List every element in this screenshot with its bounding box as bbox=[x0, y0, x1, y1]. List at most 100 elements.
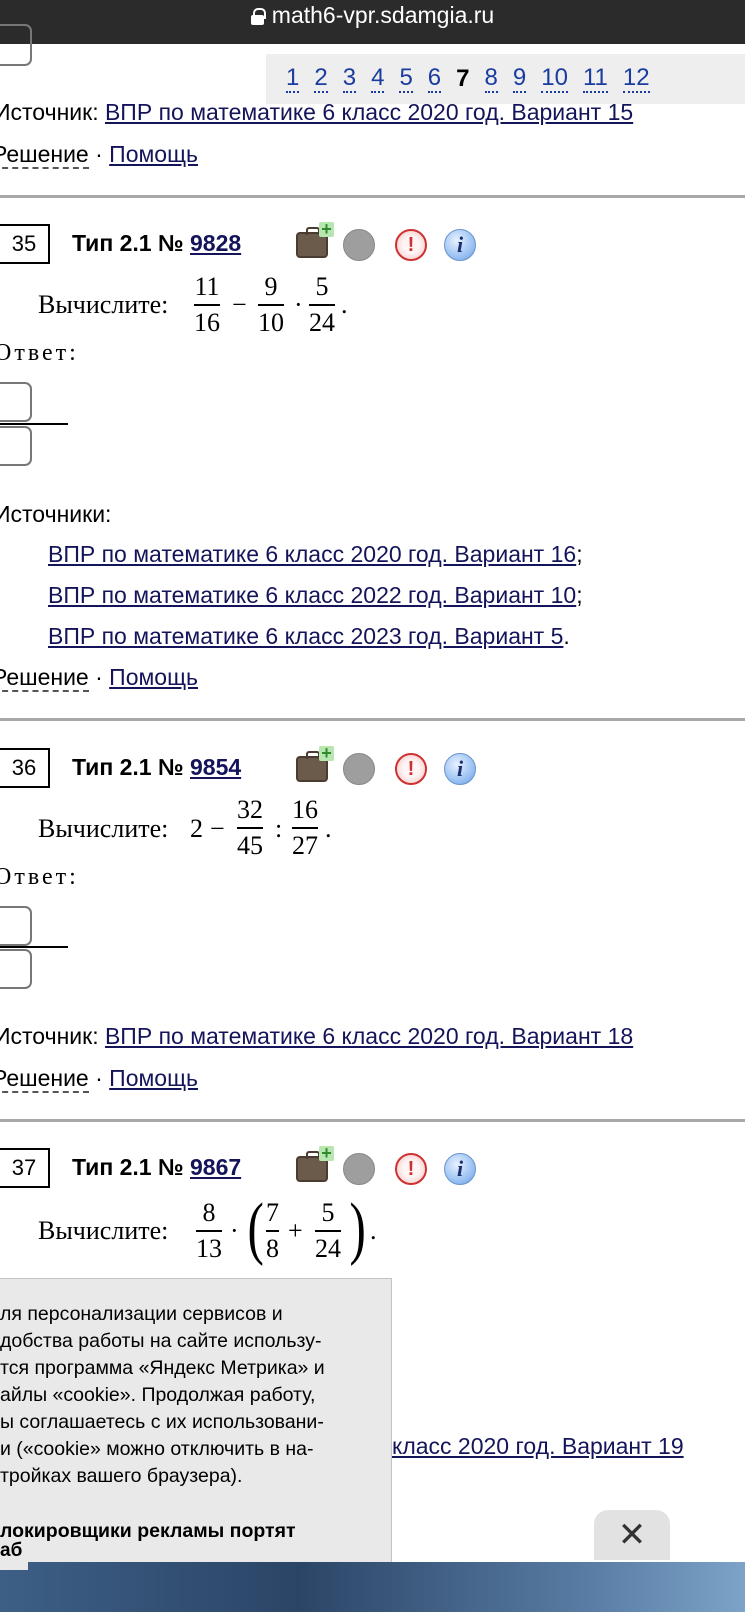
fraction: 5 24 bbox=[309, 272, 335, 338]
source-link[interactable]: ВПР по математике 6 класс 2020 год. Вари… bbox=[105, 99, 633, 125]
page-link-4[interactable]: 4 bbox=[371, 65, 385, 93]
page-link-9[interactable]: 9 bbox=[512, 65, 527, 93]
info-icon[interactable]: i bbox=[444, 753, 476, 785]
solution-toggle[interactable]: Решение bbox=[0, 141, 89, 169]
left-paren: ( bbox=[247, 1190, 264, 1267]
task-header: Тип 2.1 № 9854 bbox=[72, 754, 241, 781]
solution-toggle[interactable]: Решение bbox=[0, 664, 89, 692]
source-label: Источник: bbox=[0, 1023, 99, 1049]
period: . bbox=[325, 814, 332, 843]
answer-input[interactable] bbox=[0, 426, 32, 466]
report-error-icon[interactable]: ! bbox=[395, 229, 427, 261]
task-id-link[interactable]: 9867 bbox=[190, 1154, 241, 1180]
info-icon[interactable]: i bbox=[444, 229, 476, 261]
period: . bbox=[341, 290, 348, 319]
adblock-notice: локировщики рекламы портят bbox=[0, 1520, 296, 1542]
task-prompt: Вычислите: bbox=[38, 814, 169, 843]
task-header: Тип 2.1 № 9828 bbox=[72, 230, 241, 257]
source-link[interactable]: класс 2020 год. Вариант 19 bbox=[392, 1433, 684, 1459]
solution-help-row: Решение · Помощь bbox=[0, 663, 198, 692]
fraction: 32 45 bbox=[237, 795, 263, 861]
ad-banner[interactable] bbox=[0, 1562, 745, 1612]
page-link-12[interactable]: 12 bbox=[622, 65, 650, 93]
period: . bbox=[370, 1216, 377, 1245]
cookie-text-line: ы соглашаетесь с их использовани- bbox=[0, 1411, 324, 1433]
separator: . bbox=[563, 623, 570, 649]
status-circle-icon[interactable] bbox=[343, 753, 375, 785]
task-id-link[interactable]: 9854 bbox=[190, 754, 241, 780]
task-id-link[interactable]: 9828 bbox=[190, 230, 241, 256]
denominator: 45 bbox=[237, 830, 263, 860]
separator: · bbox=[95, 664, 103, 690]
numerator: 9 bbox=[264, 272, 278, 301]
fraction: 5 24 bbox=[315, 1198, 341, 1264]
page-current: 7 bbox=[456, 65, 470, 92]
answer-label: Ответ: bbox=[0, 340, 79, 366]
fraction: 9 10 bbox=[258, 272, 284, 338]
page-link-5[interactable]: 5 bbox=[399, 65, 413, 93]
briefcase-add-icon[interactable] bbox=[296, 746, 334, 782]
solution-help-row-prev: Решение · Помощь bbox=[0, 140, 198, 169]
source-link[interactable]: ВПР по математике 6 класс 2022 год. Вари… bbox=[48, 582, 576, 608]
source-row: ВПР по математике 6 класс 2023 год. Вари… bbox=[48, 622, 570, 650]
separator: · bbox=[95, 1065, 103, 1091]
report-error-icon[interactable]: ! bbox=[395, 1153, 427, 1185]
answer-input[interactable] bbox=[0, 382, 32, 422]
answer-input[interactable] bbox=[0, 949, 32, 989]
cookie-text-line: тся программа «Яндекс Метрика» и bbox=[0, 1357, 325, 1379]
briefcase-add-icon[interactable] bbox=[296, 222, 334, 258]
right-paren: ) bbox=[349, 1190, 366, 1267]
solution-toggle[interactable]: Решение bbox=[0, 1065, 89, 1093]
page-link-11[interactable]: 11 bbox=[582, 65, 608, 93]
source-link[interactable]: ВПР по математике 6 класс 2020 год. Вари… bbox=[105, 1023, 633, 1049]
fraction: 7 8 bbox=[266, 1198, 279, 1264]
operator: − bbox=[232, 290, 247, 319]
browser-url-bar[interactable]: math6-vpr.sdamgia.ru bbox=[0, 0, 745, 44]
fraction: 16 27 bbox=[292, 795, 318, 861]
task-prompt: Вычислите: bbox=[38, 290, 169, 319]
numerator: 16 bbox=[292, 795, 318, 824]
number: 2 bbox=[190, 814, 203, 843]
numerator: 5 bbox=[315, 272, 329, 301]
source-row-prev: Источник: ВПР по математике 6 класс 2020… bbox=[0, 98, 633, 126]
divider bbox=[0, 718, 745, 721]
source-link[interactable]: ВПР по математике 6 класс 2020 год. Вари… bbox=[48, 541, 576, 567]
numerator: 7 bbox=[266, 1198, 279, 1227]
briefcase-add-icon[interactable] bbox=[296, 1146, 334, 1182]
cookie-text-line: тройках вашего браузера). bbox=[0, 1465, 243, 1487]
status-circle-icon[interactable] bbox=[343, 1153, 375, 1185]
status-circle-icon[interactable] bbox=[343, 229, 375, 261]
help-link[interactable]: Помощь bbox=[109, 664, 198, 690]
operator: − bbox=[210, 814, 225, 843]
source-link[interactable]: ВПР по математике 6 класс 2023 год. Вари… bbox=[48, 623, 563, 649]
info-icon[interactable]: i bbox=[444, 1153, 476, 1185]
page-link-3[interactable]: 3 bbox=[342, 65, 357, 93]
fraction: 8 13 bbox=[196, 1198, 222, 1264]
task-type: Тип 2.1 № bbox=[72, 1154, 184, 1180]
task-prompt: Вычислите: bbox=[38, 1216, 169, 1245]
page-link-2[interactable]: 2 bbox=[314, 65, 328, 93]
report-error-icon[interactable]: ! bbox=[395, 753, 427, 785]
denominator: 24 bbox=[309, 307, 335, 337]
page-link-6[interactable]: 6 bbox=[427, 65, 442, 93]
cookie-text-line: и («cookie» можно отключить в на- bbox=[0, 1438, 314, 1460]
close-ad-button[interactable]: ✕ bbox=[594, 1510, 670, 1560]
sources-label: Источники: bbox=[0, 501, 112, 527]
task-type: Тип 2.1 № bbox=[72, 754, 184, 780]
denominator: 16 bbox=[194, 307, 220, 337]
answer-underline bbox=[0, 946, 68, 948]
answer-input[interactable] bbox=[0, 906, 32, 946]
page-link-10[interactable]: 10 bbox=[541, 65, 568, 93]
help-link[interactable]: Помощь bbox=[109, 141, 198, 167]
page-link-1[interactable]: 1 bbox=[286, 65, 300, 93]
help-link[interactable]: Помощь bbox=[109, 1065, 198, 1091]
numerator: 32 bbox=[237, 795, 263, 824]
ad-banner-caption: аб bbox=[0, 1540, 29, 1570]
solution-help-row: Решение · Помощь bbox=[0, 1064, 198, 1093]
answer-input-previous[interactable] bbox=[0, 24, 32, 66]
source-row: ВПР по математике 6 класс 2020 год. Вари… bbox=[48, 540, 583, 568]
divider bbox=[0, 1119, 745, 1122]
task-number: 37 bbox=[0, 1148, 50, 1188]
operator: · bbox=[230, 1216, 239, 1245]
page-link-8[interactable]: 8 bbox=[484, 65, 498, 93]
